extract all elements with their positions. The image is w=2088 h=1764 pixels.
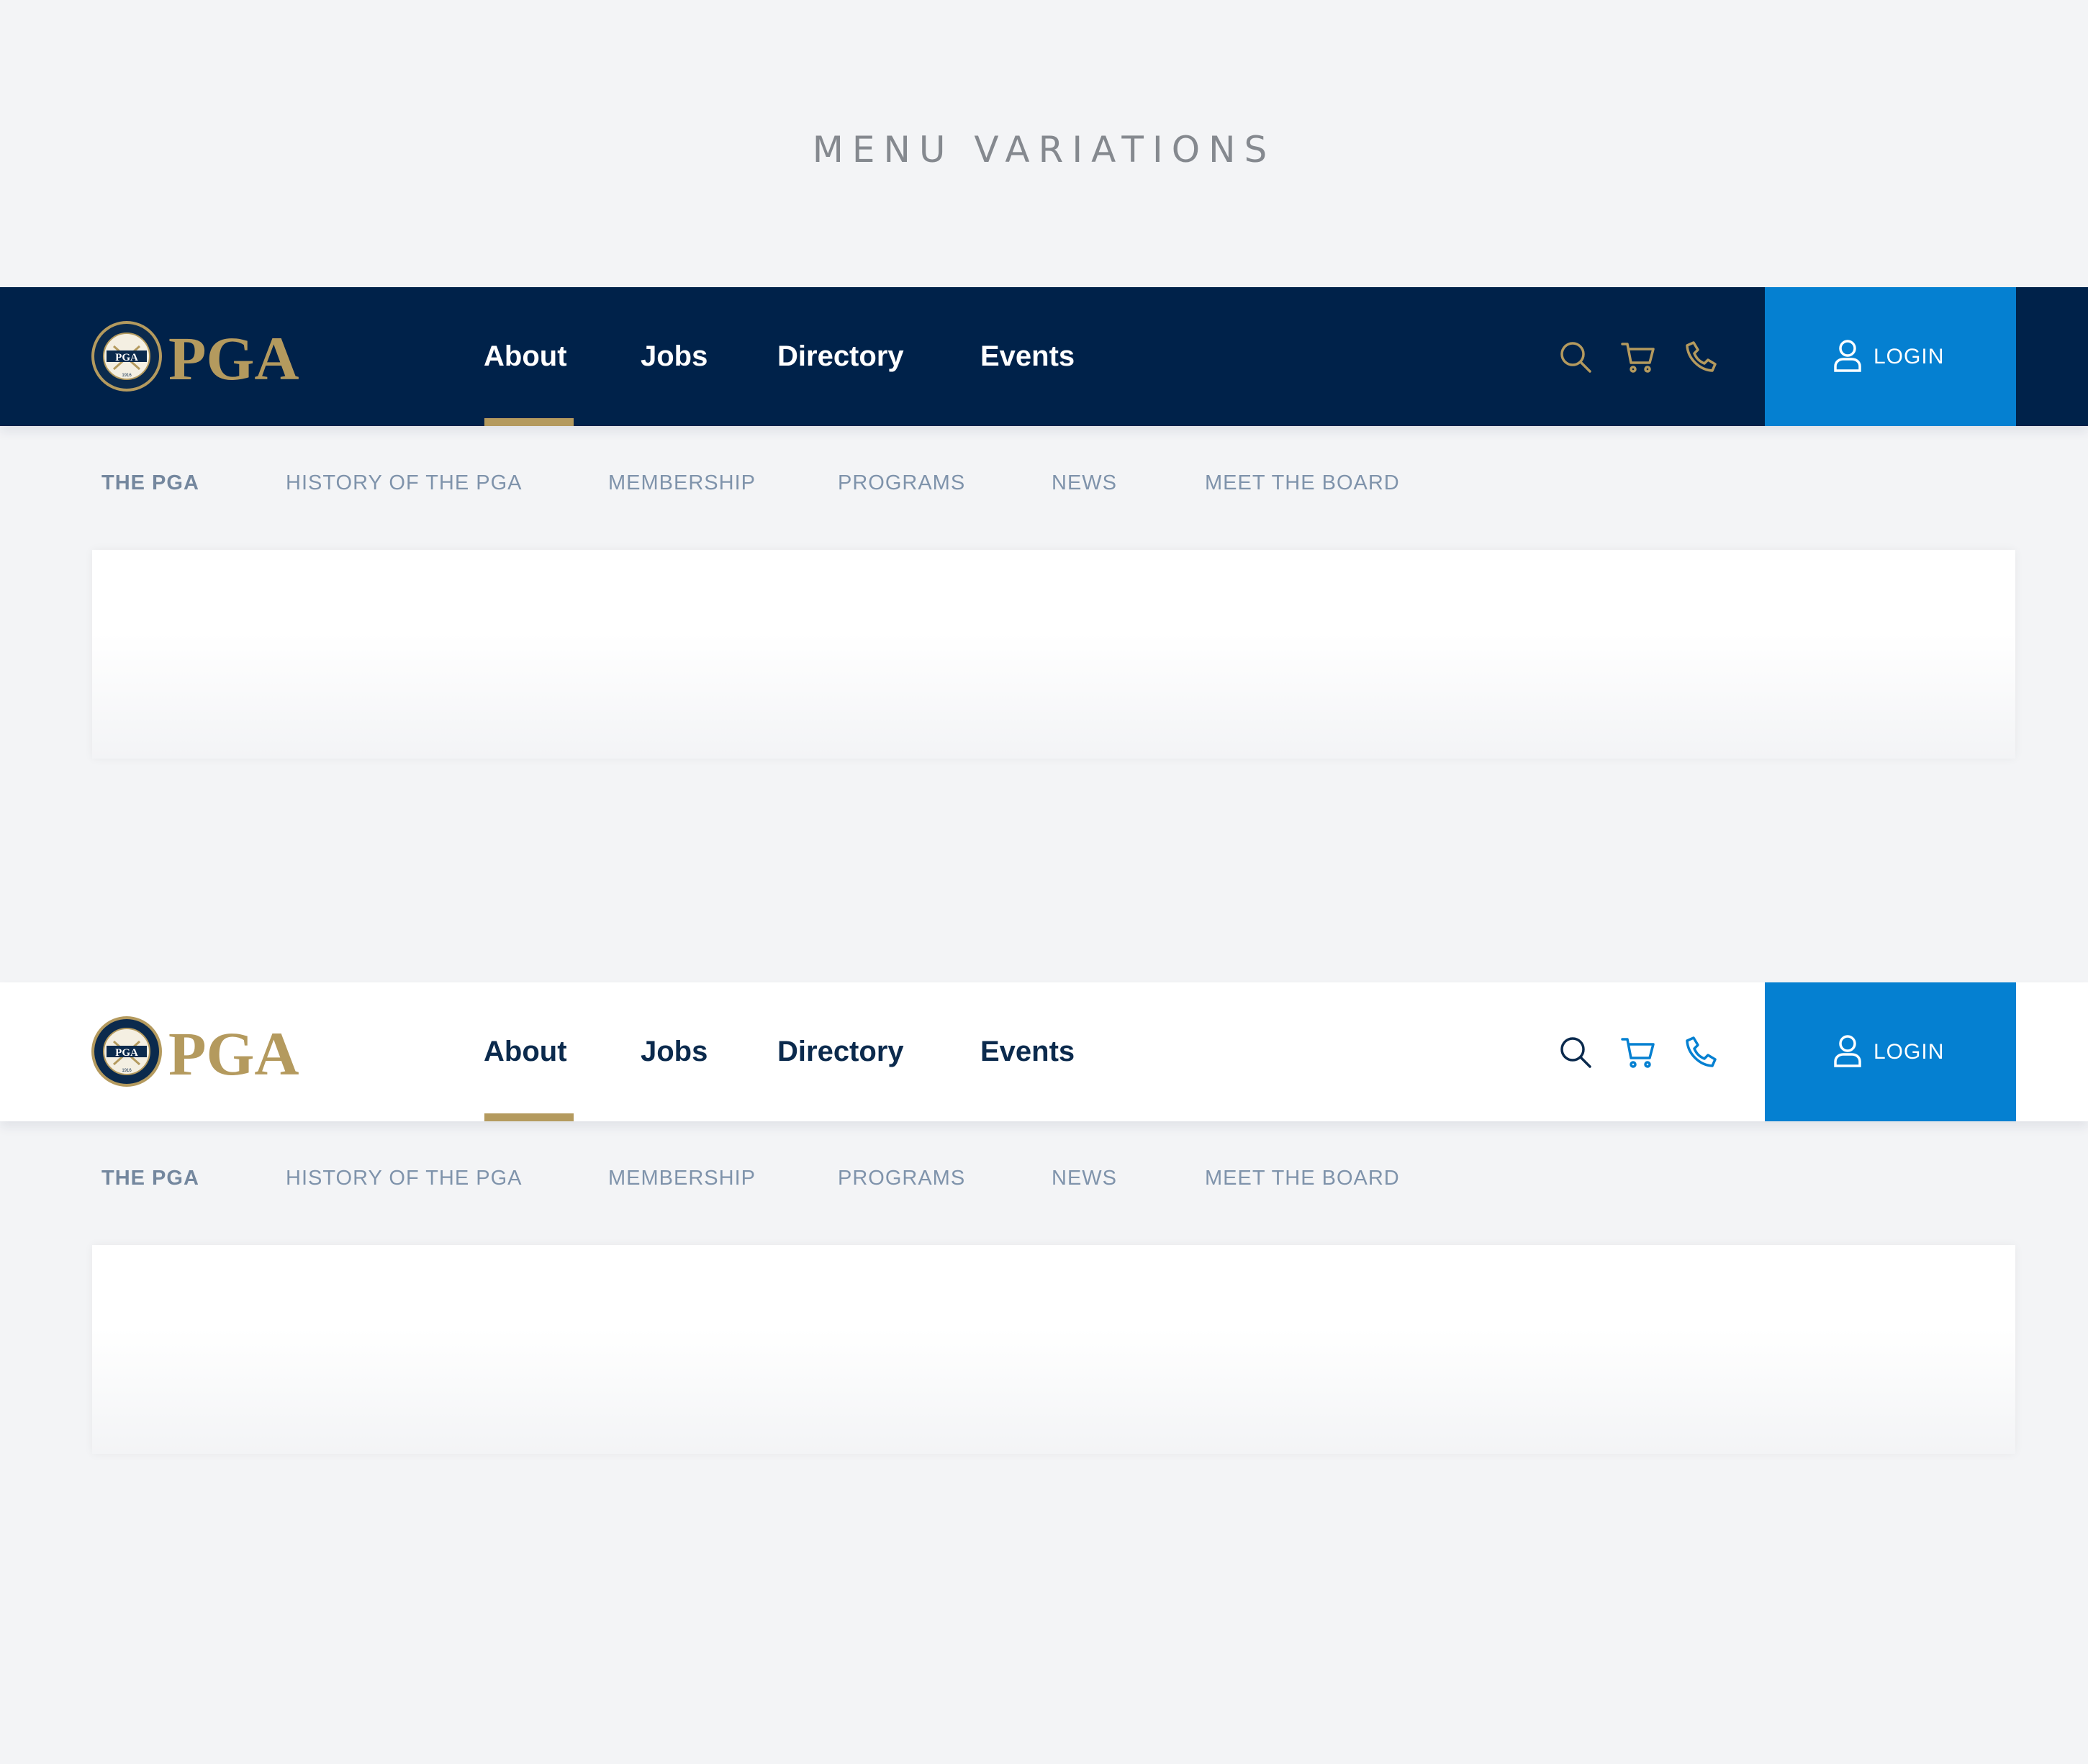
nav-item-events[interactable]: Events	[980, 287, 1075, 426]
cart-icon[interactable]	[1621, 340, 1655, 374]
main-navbar: PGA 1916 PGA About Jobs Directory Events…	[0, 982, 2088, 1121]
nav-item-jobs[interactable]: Jobs	[641, 982, 708, 1121]
svg-text:1916: 1916	[122, 374, 132, 378]
phone-icon[interactable]	[1683, 340, 1718, 374]
nav-item-directory[interactable]: Directory	[777, 982, 904, 1121]
subnav-item-membership[interactable]: MEMBERSHIP	[608, 1167, 756, 1190]
svg-text:PGA: PGA	[115, 1047, 138, 1059]
login-button[interactable]: LOGIN	[1765, 982, 2016, 1121]
cart-icon[interactable]	[1621, 1035, 1655, 1069]
phone-icon[interactable]	[1683, 1035, 1718, 1069]
pga-logo[interactable]: PGA 1916 PGA	[91, 1014, 328, 1089]
nav-item-about[interactable]: About	[484, 287, 567, 426]
main-navbar: PGA 1916 PGA About Jobs Directory Events…	[0, 287, 2088, 426]
subnav-item-programs[interactable]: PROGRAMS	[838, 1167, 965, 1190]
active-nav-underline	[484, 1113, 574, 1121]
svg-text:PGA: PGA	[115, 352, 138, 363]
search-icon[interactable]	[1558, 1035, 1593, 1069]
subnav-item-history[interactable]: HISTORY OF THE PGA	[286, 471, 523, 495]
svg-text:PGA: PGA	[168, 324, 299, 393]
login-label: LOGIN	[1874, 1040, 1945, 1064]
subnav-item-meet-the-board[interactable]: MEET THE BOARD	[1205, 471, 1400, 495]
subnav-item-membership[interactable]: MEMBERSHIP	[608, 471, 756, 495]
svg-text:PGA: PGA	[168, 1019, 299, 1088]
subnav-item-the-pga[interactable]: THE PGA	[101, 471, 199, 495]
subnav-item-news[interactable]: NEWS	[1052, 471, 1117, 495]
dropdown-panel	[92, 550, 2015, 759]
subnav-item-news[interactable]: NEWS	[1052, 1167, 1117, 1190]
nav-item-about[interactable]: About	[484, 982, 567, 1121]
login-button[interactable]: LOGIN	[1765, 287, 2016, 426]
login-label: LOGIN	[1874, 345, 1945, 368]
pga-logo[interactable]: PGA 1916 PGA	[91, 319, 328, 394]
search-icon[interactable]	[1558, 340, 1593, 374]
nav-item-events[interactable]: Events	[980, 982, 1075, 1121]
dropdown-panel	[92, 1245, 2015, 1454]
user-icon	[1834, 340, 1861, 372]
subnav-item-programs[interactable]: PROGRAMS	[838, 471, 965, 495]
subnav-item-meet-the-board[interactable]: MEET THE BOARD	[1205, 1167, 1400, 1190]
page-title: MENU VARIATIONS	[812, 129, 1276, 171]
user-icon	[1834, 1035, 1861, 1067]
nav-item-jobs[interactable]: Jobs	[641, 287, 708, 426]
active-nav-underline	[484, 418, 574, 426]
nav-item-directory[interactable]: Directory	[777, 287, 904, 426]
subnav-item-history[interactable]: HISTORY OF THE PGA	[286, 1167, 523, 1190]
subnav-item-the-pga[interactable]: THE PGA	[101, 1167, 199, 1190]
svg-text:1916: 1916	[122, 1069, 132, 1073]
